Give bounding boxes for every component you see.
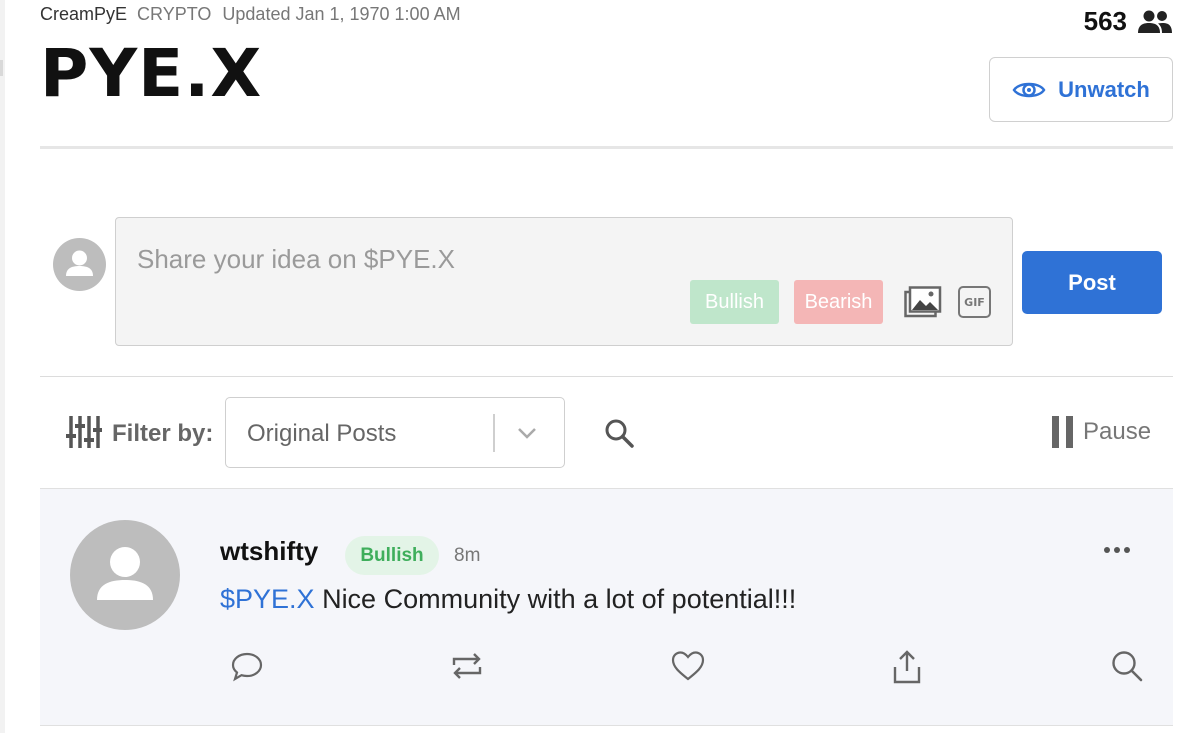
post-time[interactable]: 8m	[454, 545, 480, 567]
filter-selected-value: Original Posts	[247, 420, 397, 447]
updated-text: Updated Jan 1, 1970 1:00 AM	[222, 4, 461, 24]
composer-placeholder[interactable]: Share your idea on $PYE.X	[137, 244, 455, 275]
filter-dropdown[interactable]: Original Posts	[225, 397, 565, 468]
gif-button[interactable]: GIF	[958, 286, 991, 318]
watchers-count: 563	[1083, 6, 1127, 36]
chevron-down-icon	[518, 428, 536, 439]
users-icon	[1138, 10, 1172, 33]
post-body: $PYE.X Nice Community with a lot of pote…	[220, 584, 796, 615]
pause-button[interactable]: Pause	[1052, 416, 1151, 448]
unwatch-button[interactable]: Unwatch	[989, 57, 1173, 122]
sliders-icon	[66, 416, 102, 448]
pause-label: Pause	[1083, 418, 1152, 445]
more-options-icon[interactable]	[1104, 547, 1130, 553]
left-edge-tick	[0, 60, 3, 76]
share-icon[interactable]	[890, 649, 924, 685]
left-edge-rule	[0, 0, 5, 733]
header-divider	[40, 146, 1173, 149]
image-icon[interactable]	[904, 286, 942, 318]
bearish-tag-button[interactable]: Bearish	[794, 280, 883, 324]
search-icon[interactable]	[604, 418, 634, 448]
ticker-title: PYE.X	[40, 35, 263, 112]
pause-icon	[1052, 416, 1073, 448]
eye-icon	[1012, 82, 1046, 97]
symbol-meta: CreamPyE CRYPTO Updated Jan 1, 1970 1:00 …	[40, 4, 461, 25]
cashtag-link[interactable]: $PYE.X	[220, 584, 315, 614]
repost-icon[interactable]	[448, 649, 486, 683]
search-icon[interactable]	[1110, 649, 1144, 683]
bullish-tag-button[interactable]: Bullish	[690, 280, 779, 324]
comment-icon[interactable]	[230, 649, 264, 683]
watchers: 563	[1084, 6, 1173, 37]
asset-type: CRYPTO	[137, 4, 212, 24]
like-icon[interactable]	[670, 649, 706, 683]
user-avatar-icon	[53, 238, 106, 291]
company-name: CreamPyE	[40, 4, 128, 24]
filter-label: Filter by:	[112, 420, 214, 447]
user-avatar-icon[interactable]	[70, 520, 180, 630]
post-composer[interactable]: Share your idea on $PYE.X Bullish Bearis…	[115, 217, 1013, 346]
sentiment-badge: Bullish	[345, 536, 439, 575]
post-text: Nice Community with a lot of potential!!…	[314, 584, 797, 614]
post-button[interactable]: Post	[1022, 251, 1162, 314]
post-username[interactable]: wtshifty	[220, 536, 318, 567]
dropdown-separator	[493, 414, 495, 452]
unwatch-label: Unwatch	[1058, 76, 1150, 102]
composer-divider	[40, 376, 1173, 377]
message-card[interactable]: wtshifty Bullish 8m $PYE.X Nice Communit…	[40, 488, 1173, 726]
